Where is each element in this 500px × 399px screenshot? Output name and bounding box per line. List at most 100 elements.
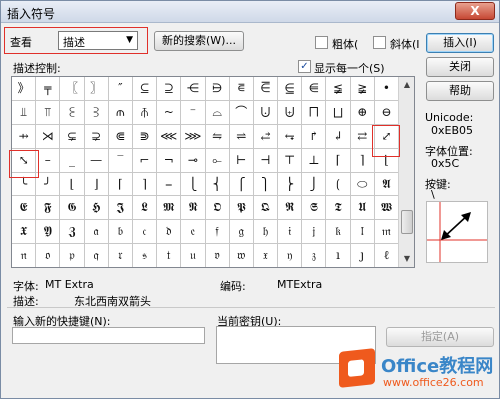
- assign-button[interactable]: 指定(A): [386, 327, 494, 347]
- symbol-cell[interactable]: ℓ: [375, 244, 399, 267]
- symbol-cell[interactable]: ⌉: [132, 172, 158, 197]
- symbol-cell[interactable]: ⟮: [326, 172, 351, 197]
- symbol-cell[interactable]: ⇸: [12, 124, 37, 149]
- symbol-cell[interactable]: 𝕾: [302, 196, 327, 221]
- symbol-cell[interactable]: 𝔩: [350, 220, 375, 245]
- symbol-cell[interactable]: 𝔣: [205, 220, 230, 245]
- symbol-cell[interactable]: 𝔶: [278, 244, 303, 267]
- symbol-cell[interactable]: 》: [12, 77, 37, 101]
- symbol-cell[interactable]: 𝕿: [326, 196, 351, 221]
- symbol-cell[interactable]: ⊇: [157, 77, 182, 101]
- show-each-checkbox[interactable]: ✓: [298, 60, 311, 73]
- symbol-cell[interactable]: ⊥: [302, 148, 327, 173]
- symbol-cell[interactable]: 𝕹: [181, 196, 206, 221]
- symbol-cell[interactable]: ⥄: [253, 124, 279, 149]
- symbol-cell[interactable]: ⟜: [205, 148, 230, 173]
- symbol-cell[interactable]: ⎨: [205, 172, 230, 197]
- symbol-cell[interactable]: 𝕷: [132, 196, 158, 221]
- symbol-cell[interactable]: ~: [157, 100, 182, 125]
- symbol-cell[interactable]: ı: [326, 244, 351, 267]
- symbol-cell[interactable]: –: [36, 148, 61, 173]
- symbol-cell[interactable]: ⋲: [181, 77, 206, 101]
- symbol-cell[interactable]: 𝔞: [84, 220, 109, 245]
- symbol-cell[interactable]: 𝔳: [206, 244, 230, 267]
- symbol-cell[interactable]: ⇋: [205, 124, 230, 149]
- symbol-cell[interactable]: ⇌: [229, 124, 254, 149]
- scroll-up-icon[interactable]: ▲: [400, 78, 414, 92]
- symbol-cell[interactable]: ⌐: [132, 148, 158, 173]
- insert-button[interactable]: 插入(I): [426, 33, 494, 53]
- symbol-cell[interactable]: ⬭: [350, 172, 375, 197]
- symbol-cell[interactable]: ⫖: [84, 100, 109, 125]
- scroll-thumb[interactable]: [401, 210, 413, 234]
- symbol-cell[interactable]: ╤: [36, 77, 61, 101]
- symbol-cell[interactable]: ⨃: [253, 100, 279, 125]
- symbol-cell[interactable]: 𝔠: [132, 220, 158, 245]
- symbol-cell[interactable]: 𝕽: [278, 196, 303, 221]
- symbol-cell[interactable]: 𝖀: [350, 196, 375, 221]
- symbol-cell[interactable]: 𝔯: [109, 244, 133, 267]
- symbol-cell[interactable]: ⋻: [205, 77, 230, 101]
- symbol-cell[interactable]: 𝖄: [36, 220, 61, 245]
- symbol-cell[interactable]: ⋙: [181, 124, 206, 149]
- symbol-cell[interactable]: 𝕻: [229, 196, 254, 221]
- symbol-cell[interactable]: ↲: [326, 124, 351, 149]
- scroll-down-icon[interactable]: ▼: [400, 252, 414, 266]
- symbol-cell[interactable]: 𝔪: [374, 220, 399, 245]
- symbol-cell[interactable]: ⋶: [253, 77, 279, 101]
- symbol-cell[interactable]: ⋐: [108, 124, 133, 149]
- symbol-cell[interactable]: ⎭: [302, 172, 327, 197]
- symbol-cell[interactable]: ⊢: [229, 148, 254, 173]
- symbol-cell[interactable]: ⨄: [278, 100, 303, 125]
- symbol-cell[interactable]: ⌈: [326, 148, 351, 173]
- symbol-cell[interactable]: 𝖂: [374, 196, 399, 221]
- symbol-cell[interactable]: 𝔨: [326, 220, 351, 245]
- symbol-cell[interactable]: ⫚: [132, 100, 158, 125]
- symbol-cell[interactable]: ȷ: [351, 244, 375, 267]
- symbol-cell[interactable]: ⋷: [229, 77, 254, 101]
- symbol-cell[interactable]: ⌓: [205, 100, 230, 125]
- window-close-button[interactable]: X: [455, 2, 495, 20]
- italic-checkbox[interactable]: [373, 36, 386, 49]
- symbol-cell[interactable]: 〗: [84, 77, 109, 101]
- symbol-cell[interactable]: ⌈: [108, 172, 133, 197]
- new-shortcut-input[interactable]: [12, 327, 205, 344]
- symbol-cell[interactable]: 𝔟: [108, 220, 133, 245]
- symbol-cell[interactable]: 𝔦: [278, 220, 303, 245]
- symbol-cell[interactable]: ⊕: [350, 100, 375, 125]
- symbol-cell[interactable]: ⌋: [84, 172, 109, 197]
- symbol-cell[interactable]: 𝕵: [108, 196, 133, 221]
- symbol-cell[interactable]: 𝔡: [157, 220, 182, 245]
- symbol-cell[interactable]: 𝕸: [157, 196, 182, 221]
- help-button[interactable]: 帮助: [426, 81, 494, 101]
- symbol-cell[interactable]: ⁻: [181, 100, 206, 125]
- symbol-cell[interactable]: 𝔢: [181, 220, 206, 245]
- symbol-cell[interactable]: 𝕳: [84, 196, 109, 221]
- symbol-cell[interactable]: ⎯: [157, 172, 182, 197]
- symbol-cell[interactable]: 𝖃: [12, 220, 37, 245]
- symbol-cell[interactable]: 𝔤: [229, 220, 254, 245]
- symbol-cell[interactable]: 𝔰: [133, 244, 158, 267]
- symbol-cell[interactable]: ⊖: [374, 100, 399, 125]
- symbol-cell[interactable]: ⥆: [278, 124, 303, 149]
- symbol-cell[interactable]: ⌒: [229, 100, 254, 125]
- symbol-cell[interactable]: ⫫: [12, 100, 37, 125]
- symbol-cell[interactable]: 𝕬: [374, 172, 399, 197]
- symbol-cell[interactable]: 𝖅: [60, 220, 85, 245]
- symbol-cell[interactable]: ⎩: [181, 172, 206, 197]
- symbol-cell[interactable]: ″: [108, 77, 133, 101]
- view-select[interactable]: 描述 ▼: [58, 31, 138, 50]
- symbol-cell[interactable]: ⋘: [157, 124, 182, 149]
- symbol-cell[interactable]: 〖: [60, 77, 85, 101]
- symbol-cell[interactable]: ⊋: [84, 124, 109, 149]
- symbol-cell[interactable]: 𝔧: [302, 220, 327, 245]
- symbol-cell[interactable]: 𝔴: [230, 244, 254, 267]
- symbol-cell[interactable]: 𝕺: [205, 196, 230, 221]
- symbol-cell[interactable]: ⌊: [60, 172, 85, 197]
- symbol-cell[interactable]: 𝔮: [85, 244, 109, 267]
- symbol-cell[interactable]: 𝔬: [36, 244, 61, 267]
- symbol-cell[interactable]: 𝔥: [253, 220, 279, 245]
- symbol-cell[interactable]: ⫪: [36, 100, 61, 125]
- symbol-cell[interactable]: ⨆: [326, 100, 351, 125]
- symbol-cell[interactable]: 𝔭: [60, 244, 85, 267]
